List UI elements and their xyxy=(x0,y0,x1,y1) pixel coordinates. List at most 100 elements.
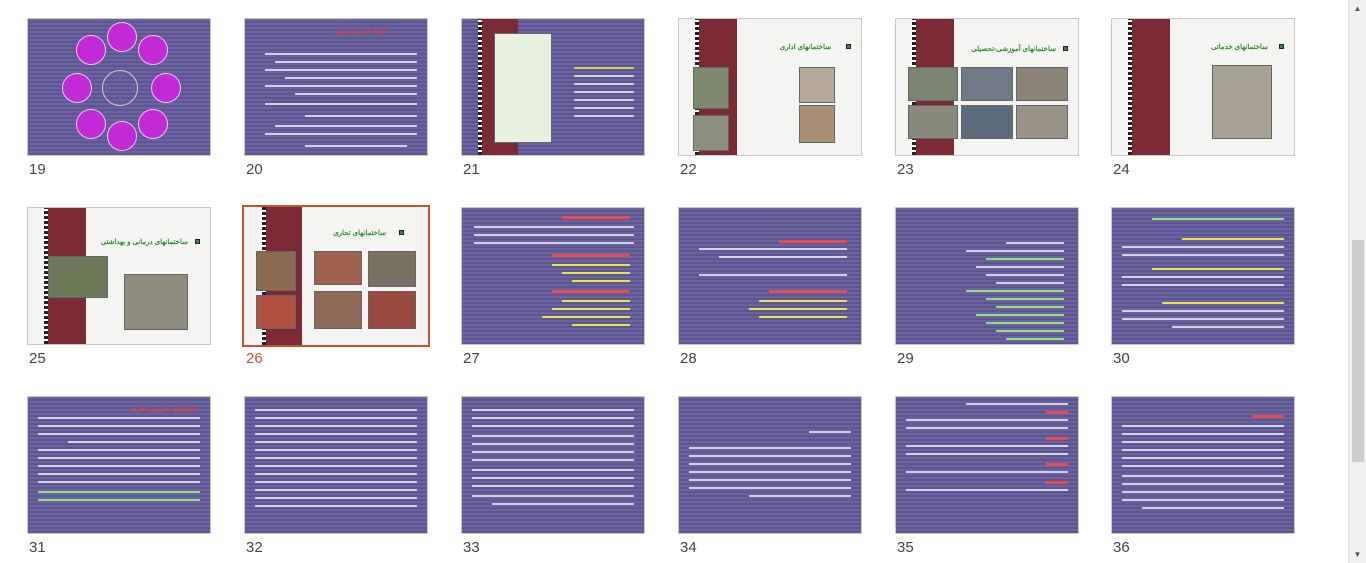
text-line xyxy=(1122,491,1284,493)
photo xyxy=(961,67,1013,101)
text-line xyxy=(1006,242,1064,244)
slide-number: 33 xyxy=(463,539,480,556)
text-line xyxy=(689,447,851,449)
red-heading xyxy=(769,290,847,293)
text-line xyxy=(906,453,1068,455)
text-line xyxy=(472,443,634,445)
red-heading xyxy=(1046,411,1068,414)
text-line xyxy=(906,445,1068,447)
text-line xyxy=(38,449,200,451)
diagram-node xyxy=(107,121,137,151)
text-line xyxy=(1122,310,1284,312)
photo xyxy=(368,291,416,329)
text-line xyxy=(1122,433,1284,435)
text-line xyxy=(1122,318,1284,320)
bullet-icon xyxy=(1279,44,1284,49)
legend-line xyxy=(574,107,634,109)
legend-line xyxy=(574,91,634,93)
photo xyxy=(799,105,835,143)
text-line xyxy=(472,435,634,437)
slide-preview xyxy=(1111,396,1295,534)
text-line xyxy=(265,69,417,71)
slide-title: ساختمانهای آموزشی-تحصیلی xyxy=(971,46,1056,53)
scrollbar-thumb[interactable] xyxy=(1352,240,1364,462)
slide-preview xyxy=(461,207,645,345)
text-line xyxy=(68,441,200,443)
text-line xyxy=(295,93,417,95)
vertical-scrollbar[interactable]: ▲ ▼ xyxy=(1348,0,1366,563)
diagram-node xyxy=(138,109,168,139)
text-line xyxy=(906,419,1068,421)
text-line xyxy=(906,427,1068,429)
text-line xyxy=(305,115,417,117)
text-line xyxy=(38,465,200,467)
photo xyxy=(1016,105,1068,139)
slide-preview: ساختمانهای آموزشی-تحصیلی xyxy=(895,18,1079,156)
text-line xyxy=(966,403,1068,405)
slide-number: 31 xyxy=(29,539,46,556)
scroll-up-icon[interactable]: ▲ xyxy=(1349,0,1366,17)
diagram-hub xyxy=(102,70,138,106)
slide-number: 29 xyxy=(897,350,914,367)
text-line xyxy=(1122,475,1284,477)
slide-preview xyxy=(27,18,211,156)
text-line xyxy=(1162,302,1284,304)
red-heading xyxy=(779,240,847,243)
text-line xyxy=(255,417,417,419)
bullet-icon xyxy=(1063,46,1068,51)
text-line xyxy=(689,455,851,457)
slide-sorter-grid: 19 انواع کاربری زمین 20 21 ساختمانهای اد… xyxy=(0,0,1348,563)
text-line xyxy=(986,322,1064,324)
slide-preview xyxy=(461,18,645,156)
text-line xyxy=(759,300,847,302)
text-line xyxy=(966,290,1064,292)
text-line xyxy=(492,503,634,505)
photo xyxy=(908,67,958,101)
text-line xyxy=(1172,326,1284,328)
text-line xyxy=(472,495,634,497)
slide-number: 26 xyxy=(246,350,263,367)
diagram-node xyxy=(76,109,106,139)
slide-number: 28 xyxy=(680,350,697,367)
text-line xyxy=(472,451,634,453)
text-line xyxy=(1122,276,1284,278)
text-line xyxy=(809,431,851,433)
slide-preview xyxy=(461,396,645,534)
slide-preview xyxy=(678,207,862,345)
slide-number: 35 xyxy=(897,539,914,556)
slide-preview xyxy=(895,207,1079,345)
text-line xyxy=(572,324,630,326)
slide-number: 22 xyxy=(680,161,697,178)
text-line xyxy=(265,133,417,135)
text-line xyxy=(1182,238,1284,240)
slide-number: 30 xyxy=(1113,350,1130,367)
text-line xyxy=(1152,218,1284,220)
photo xyxy=(48,256,108,298)
photo xyxy=(124,274,188,330)
photo xyxy=(256,295,296,329)
diagram-node xyxy=(151,73,181,103)
red-heading xyxy=(552,254,630,257)
text-line xyxy=(542,316,630,318)
text-line xyxy=(472,425,634,427)
text-line xyxy=(552,308,630,310)
text-line xyxy=(255,457,417,459)
text-line xyxy=(255,441,417,443)
legend-line xyxy=(574,75,634,77)
text-line xyxy=(255,497,417,499)
red-heading xyxy=(562,216,630,219)
diagram-node xyxy=(107,22,137,52)
text-line xyxy=(472,459,634,461)
slide-number: 20 xyxy=(246,161,263,178)
scroll-down-icon[interactable]: ▼ xyxy=(1349,546,1366,563)
text-line xyxy=(986,298,1064,300)
text-line xyxy=(996,282,1064,284)
text-line xyxy=(689,487,851,489)
text-line xyxy=(699,248,847,250)
text-line xyxy=(562,272,630,274)
bullet-icon xyxy=(195,239,200,244)
text-line xyxy=(699,274,847,276)
diagram-node xyxy=(62,73,92,103)
slide-title: انواع کاربری زمین xyxy=(334,28,387,35)
photo xyxy=(314,251,362,285)
